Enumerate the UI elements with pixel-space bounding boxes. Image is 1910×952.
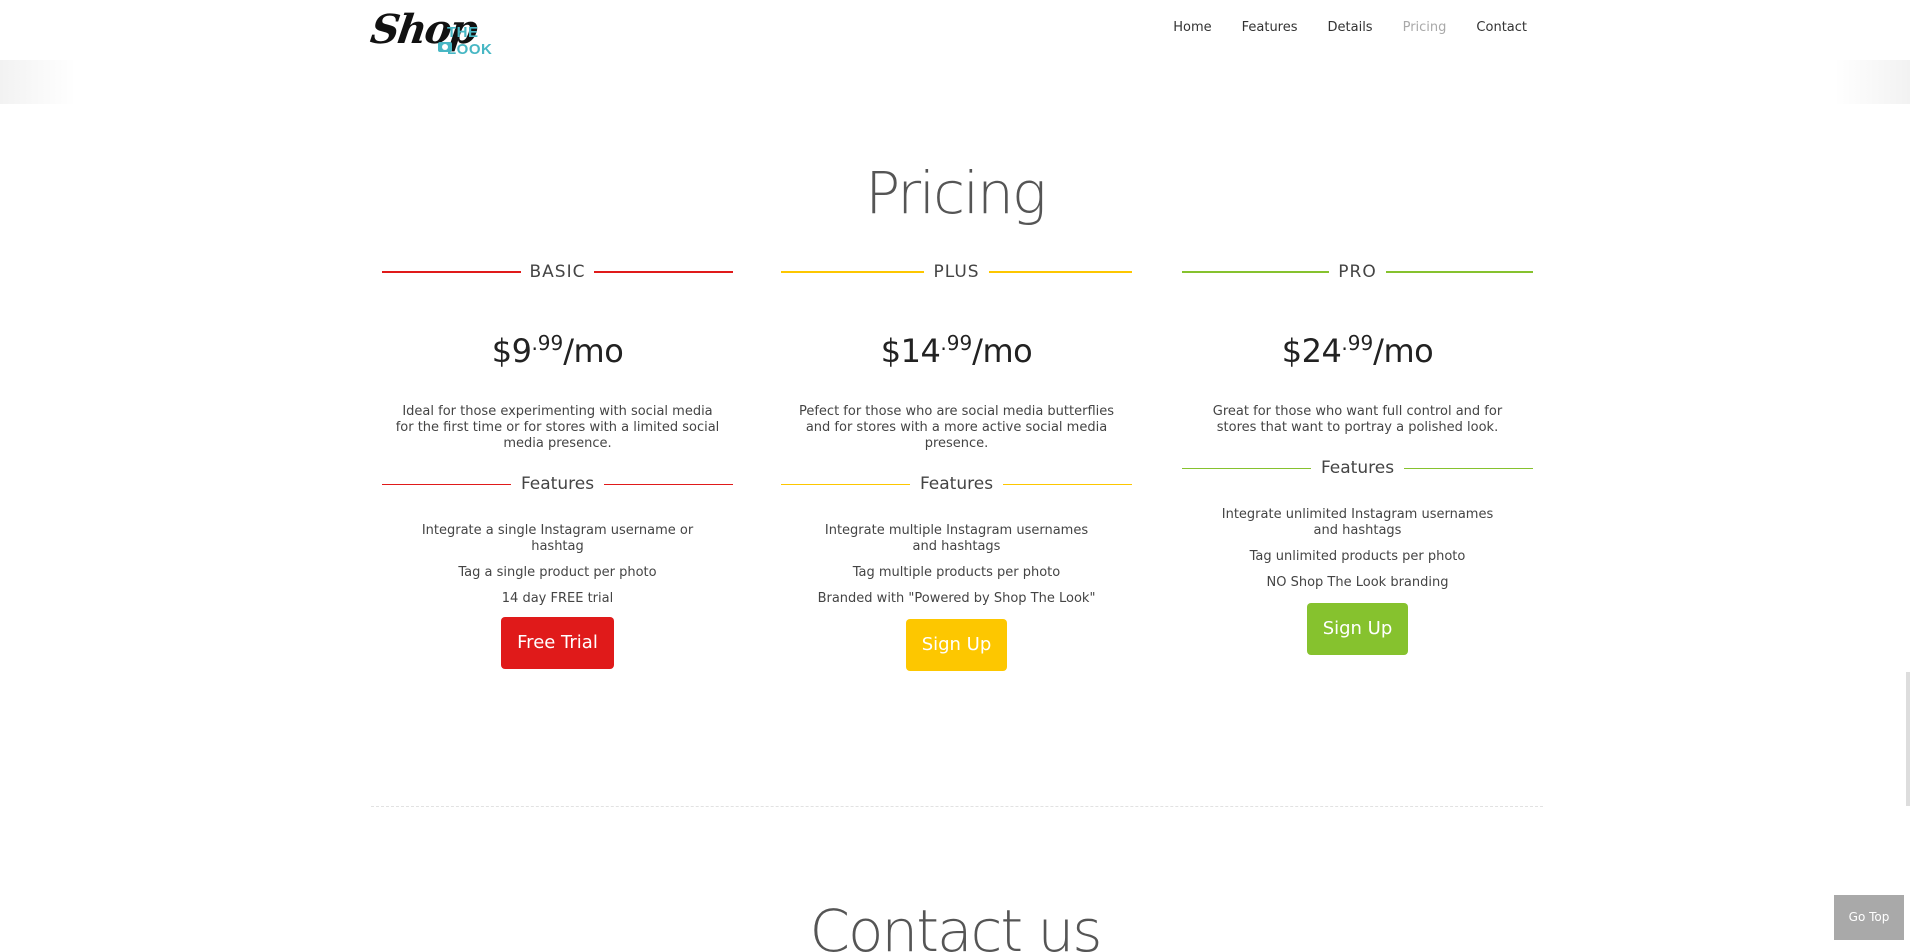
plan-price: $14.99/mo: [781, 320, 1132, 370]
features-list: Integrate multiple Instagram usernames a…: [781, 523, 1132, 607]
nav-pricing[interactable]: Pricing: [1403, 20, 1447, 35]
free-trial-button[interactable]: Free Trial: [501, 617, 614, 669]
feature-item: Tag multiple products per photo: [852, 565, 1061, 580]
heading-rule: [1003, 483, 1133, 485]
plan-heading: PRO: [1182, 262, 1534, 282]
plan-basic: BASIC $9.99/mo Ideal for those experimen…: [382, 262, 734, 669]
plan-description: Great for those who want full control an…: [1212, 404, 1503, 435]
plan-description: Ideal for those experimenting with socia…: [395, 404, 720, 451]
heading-rule: [1385, 271, 1534, 273]
contact-title: Contact us: [809, 897, 1102, 952]
price-cents: .99: [531, 331, 564, 355]
plan-heading: BASIC: [382, 262, 733, 282]
features-list: Integrate a single Instagram username or…: [382, 523, 733, 607]
price-period: /mo: [1373, 332, 1434, 370]
heading-rule: [1182, 467, 1311, 469]
heading-rule: [382, 271, 521, 273]
plan-price: $9.99/mo: [382, 320, 733, 370]
feature-item: Integrate unlimited Instagram usernames …: [1221, 507, 1494, 538]
features-label: Features: [919, 474, 994, 494]
go-top-button[interactable]: Go Top: [1834, 895, 1904, 940]
sign-up-button-plus[interactable]: Sign Up: [905, 619, 1008, 671]
sign-up-button-pro[interactable]: Sign Up: [1306, 603, 1409, 655]
pricing-title: Pricing: [865, 159, 1046, 227]
heading-rule: [594, 271, 733, 273]
nav-contact[interactable]: Contact: [1476, 20, 1527, 35]
features-heading: Features: [781, 474, 1133, 494]
main-nav: Home Features Details Pricing Contact: [1143, 20, 1527, 35]
heading-rule: [988, 271, 1132, 273]
heading-rule: [1404, 467, 1534, 469]
feature-item: NO Shop The Look branding: [1266, 575, 1449, 590]
plan-name: PLUS: [933, 262, 980, 282]
features-list: Integrate unlimited Instagram usernames …: [1182, 507, 1533, 591]
plan-description: Pefect for those who are social media bu…: [798, 404, 1115, 451]
logo-subtitle: THE LOOK: [447, 24, 493, 58]
features-label: Features: [1320, 458, 1395, 478]
site-header: Shop THE LOOK Home Features Details Pric…: [0, 0, 1910, 60]
heading-rule: [382, 483, 511, 485]
price-period: /mo: [563, 332, 624, 370]
nav-features[interactable]: Features: [1242, 20, 1298, 35]
plan-price: $24.99/mo: [1182, 320, 1533, 370]
plan-plus: PLUS $14.99/mo Pefect for those who are …: [781, 262, 1133, 671]
scrollbar-thumb[interactable]: [1906, 672, 1910, 806]
heading-rule: [781, 483, 910, 485]
header-shadow: [0, 60, 1910, 104]
feature-item: Tag unlimited products per photo: [1249, 549, 1466, 564]
nav-home[interactable]: Home: [1173, 20, 1211, 35]
feature-item: Integrate a single Instagram username or…: [421, 523, 694, 554]
logo[interactable]: Shop THE LOOK: [368, 6, 521, 60]
price-period: /mo: [972, 332, 1033, 370]
feature-item: Integrate multiple Instagram usernames a…: [824, 523, 1089, 554]
plan-heading: PLUS: [781, 262, 1132, 282]
heading-rule: [781, 271, 925, 273]
price-main: $14: [880, 332, 941, 370]
plan-pro: PRO $24.99/mo Great for those who want f…: [1182, 262, 1534, 655]
price-cents: .99: [940, 331, 973, 355]
features-heading: Features: [382, 474, 734, 494]
feature-item: Tag a single product per photo: [458, 565, 657, 580]
plan-name: PRO: [1338, 262, 1377, 282]
price-main: $9: [491, 332, 532, 370]
nav-details[interactable]: Details: [1328, 20, 1373, 35]
feature-item: Branded with "Powered by Shop The Look": [817, 591, 1096, 606]
price-cents: .99: [1341, 331, 1374, 355]
section-divider: [371, 806, 1543, 807]
features-heading: Features: [1182, 458, 1534, 478]
heading-rule: [1182, 271, 1330, 273]
features-label: Features: [520, 474, 595, 494]
heading-rule: [604, 483, 734, 485]
price-main: $24: [1281, 332, 1342, 370]
feature-item: 14 day FREE trial: [501, 591, 614, 606]
plan-name: BASIC: [529, 262, 586, 282]
